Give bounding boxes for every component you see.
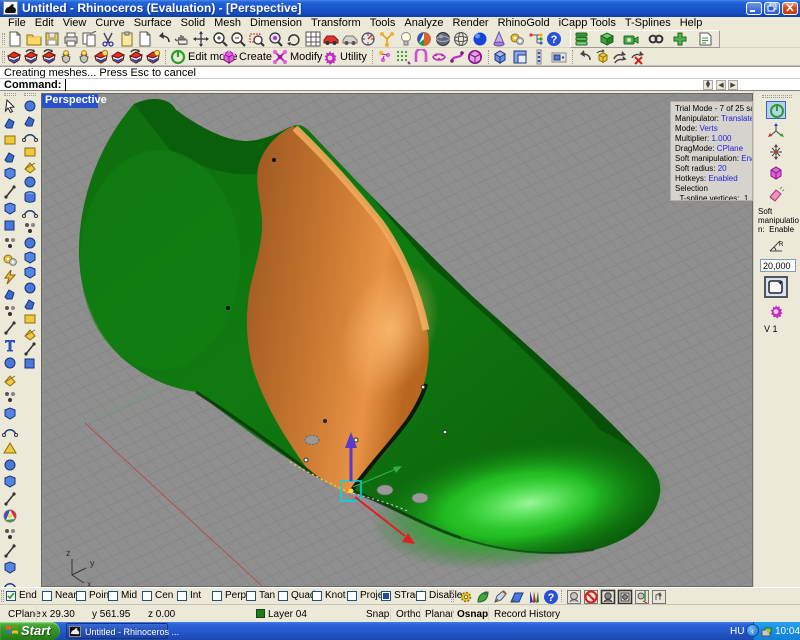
svg-text:x: x — [87, 579, 92, 586]
svg-text:R: R — [779, 242, 784, 248]
svg-text:z: z — [66, 548, 71, 558]
svg-text:y: y — [90, 558, 95, 568]
svg-text:?: ? — [548, 592, 555, 604]
svg-text:?: ? — [551, 34, 558, 46]
